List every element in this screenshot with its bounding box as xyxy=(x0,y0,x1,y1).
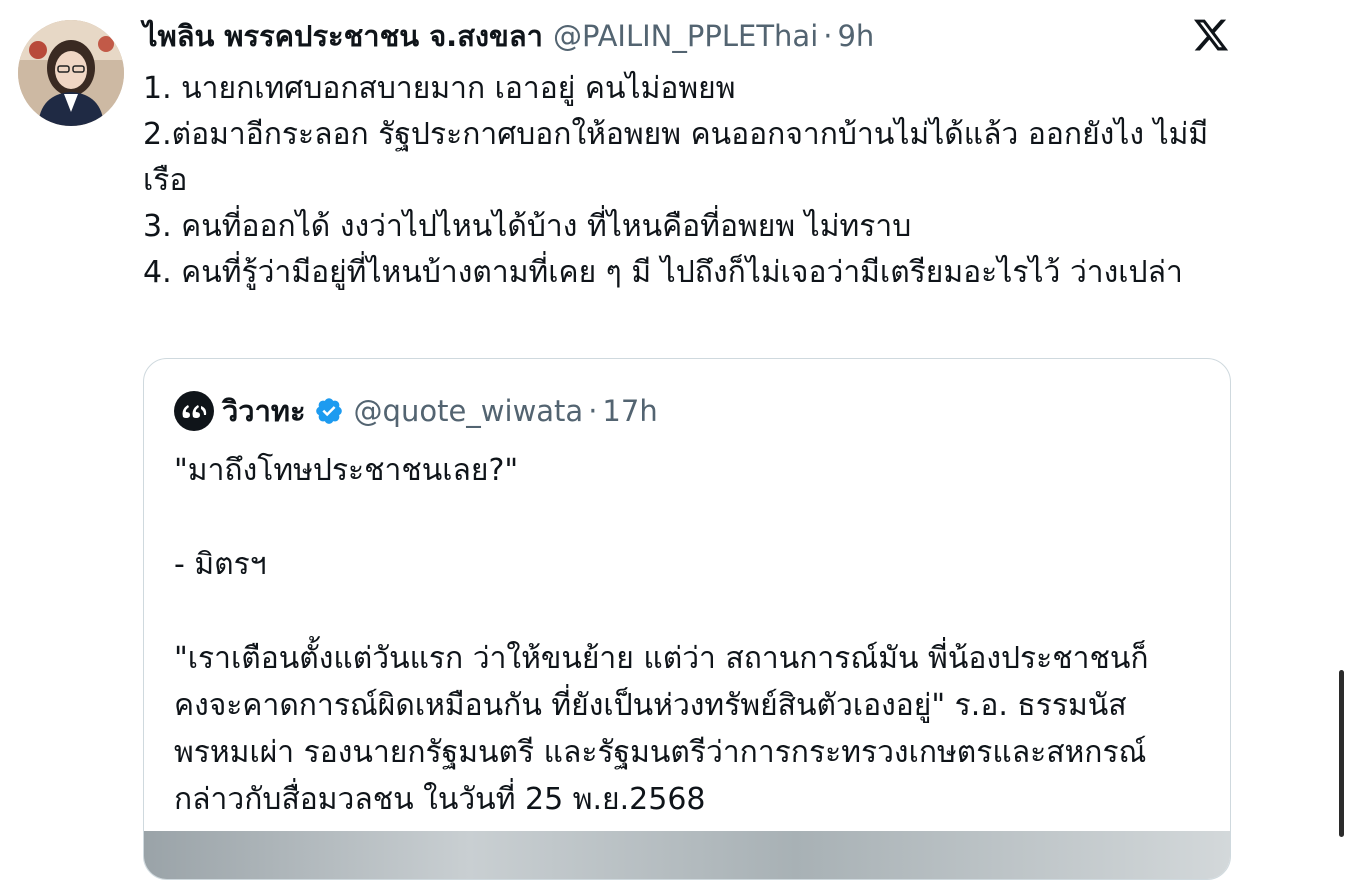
tweet-timestamp[interactable]: 9h xyxy=(837,19,874,53)
tweet-body: 1. นายกเทศบอกสบายมาก เอาอยู่ คนไม่อพยพ 2… xyxy=(143,66,1223,296)
tweet-line-2: 2.ต่อมาอีกระลอก รัฐประกาศบอกให้อพยพ คนออ… xyxy=(143,117,1209,198)
quoted-tweet-card[interactable]: วิวาทะ @quote_wiwata · 17h "มาถึงโทษประช… xyxy=(143,358,1231,880)
author-display-name[interactable]: ไพลิน พรรคประชาชน จ.สงขลา xyxy=(143,13,543,59)
scrollbar[interactable] xyxy=(1339,670,1344,837)
tweet-header: ไพลิน พรรคประชาชน จ.สงขลา @PAILIN_PPLETh… xyxy=(143,14,874,58)
quoted-line-1: "มาถึงโทษประชาชนเลย?" xyxy=(174,453,519,488)
tweet-line-4: 4. คนที่รู้ว่ามีอยู่ที่ไหนบ้างตามที่เคย … xyxy=(143,255,1183,290)
author-handle[interactable]: @PAILIN_PPLEThai xyxy=(553,19,818,53)
quoted-media-image[interactable] xyxy=(144,831,1230,879)
separator-dot: · xyxy=(588,394,598,428)
quoted-line-3: "เราเตือนตั้งแต่วันแรก ว่าให้ขนย้าย แต่ว… xyxy=(174,641,1149,817)
quote-marks-icon[interactable] xyxy=(174,391,214,431)
tweet: ไพลิน พรรคประชาชน จ.สงขลา @PAILIN_PPLETh… xyxy=(0,0,1348,880)
separator-dot: · xyxy=(823,19,833,53)
verified-badge-icon xyxy=(314,396,344,426)
profile-photo xyxy=(18,20,124,126)
avatar[interactable] xyxy=(18,20,124,126)
quoted-author-handle[interactable]: @quote_wiwata xyxy=(354,394,584,428)
x-logo-icon[interactable] xyxy=(1192,16,1230,54)
quoted-tweet-body: "มาถึงโทษประชาชนเลย?" - มิตรฯ "เราเตือนต… xyxy=(174,447,1204,823)
quoted-author-name[interactable]: วิวาทะ xyxy=(222,388,306,434)
tweet-line-3: 3. คนที่ออกได้ งงว่าไปไหนได้บ้าง ที่ไหนค… xyxy=(143,209,912,244)
quoted-tweet-header: วิวาทะ @quote_wiwata · 17h xyxy=(174,389,658,433)
quoted-tweet-timestamp[interactable]: 17h xyxy=(602,394,657,428)
quoted-line-2: - มิตรฯ xyxy=(174,547,267,582)
tweet-line-1: 1. นายกเทศบอกสบายมาก เอาอยู่ คนไม่อพยพ xyxy=(143,71,736,106)
